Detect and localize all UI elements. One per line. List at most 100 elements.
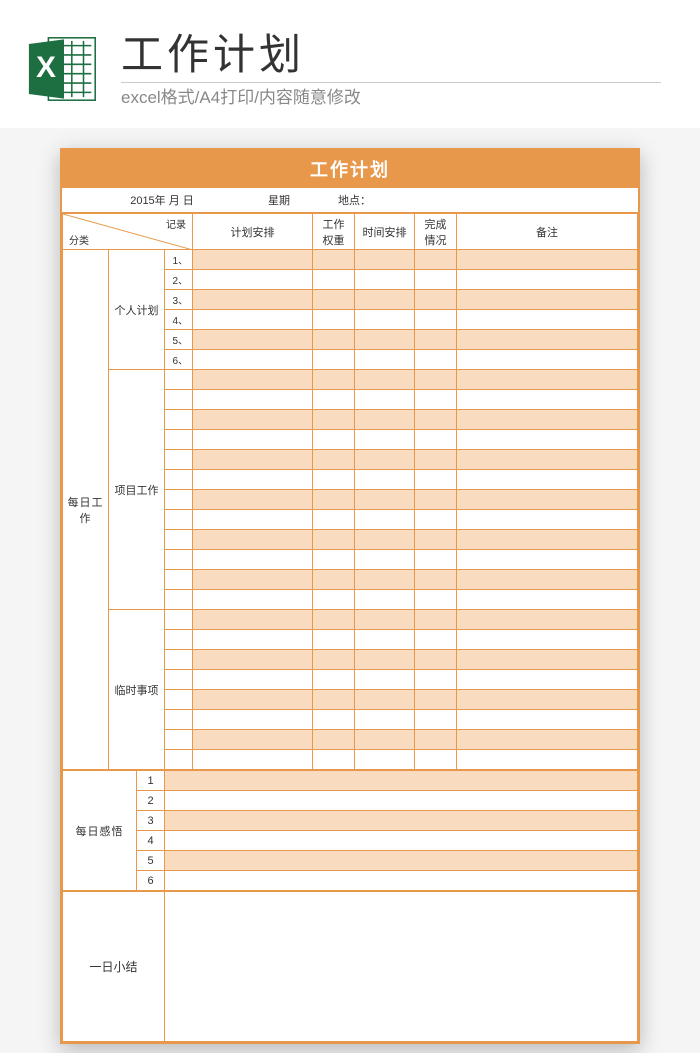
cell-weight[interactable] — [313, 750, 355, 770]
cell-done[interactable] — [415, 630, 457, 650]
cell-done[interactable] — [415, 370, 457, 390]
cell-time[interactable] — [355, 450, 415, 470]
cell-plan[interactable] — [193, 250, 313, 270]
cell-done[interactable] — [415, 510, 457, 530]
cell-remark[interactable] — [457, 650, 638, 670]
cell-remark[interactable] — [457, 330, 638, 350]
cell-time[interactable] — [355, 310, 415, 330]
cell-time[interactable] — [355, 350, 415, 370]
cell-weight[interactable] — [313, 310, 355, 330]
cell-remark[interactable] — [457, 730, 638, 750]
cell-plan[interactable] — [193, 750, 313, 770]
cell-weight[interactable] — [313, 330, 355, 350]
cell-plan[interactable] — [193, 350, 313, 370]
cell-time[interactable] — [355, 550, 415, 570]
cell-time[interactable] — [355, 470, 415, 490]
cell-weight[interactable] — [313, 670, 355, 690]
cell-remark[interactable] — [457, 710, 638, 730]
cell-done[interactable] — [415, 470, 457, 490]
cell-done[interactable] — [415, 430, 457, 450]
cell-weight[interactable] — [313, 490, 355, 510]
cell-done[interactable] — [415, 450, 457, 470]
cell-time[interactable] — [355, 670, 415, 690]
cell-remark[interactable] — [457, 490, 638, 510]
cell-plan[interactable] — [193, 670, 313, 690]
cell-weight[interactable] — [313, 430, 355, 450]
cell-done[interactable] — [415, 730, 457, 750]
cell-remark[interactable] — [457, 510, 638, 530]
cell-remark[interactable] — [457, 310, 638, 330]
cell-weight[interactable] — [313, 610, 355, 630]
thought-cell[interactable] — [165, 831, 638, 851]
cell-time[interactable] — [355, 330, 415, 350]
cell-remark[interactable] — [457, 590, 638, 610]
cell-remark[interactable] — [457, 570, 638, 590]
summary-content[interactable] — [165, 892, 638, 1042]
cell-plan[interactable] — [193, 270, 313, 290]
cell-time[interactable] — [355, 490, 415, 510]
cell-weight[interactable] — [313, 710, 355, 730]
cell-remark[interactable] — [457, 430, 638, 450]
cell-weight[interactable] — [313, 590, 355, 610]
thought-cell[interactable] — [165, 851, 638, 871]
cell-plan[interactable] — [193, 290, 313, 310]
cell-time[interactable] — [355, 690, 415, 710]
cell-plan[interactable] — [193, 610, 313, 630]
cell-remark[interactable] — [457, 610, 638, 630]
cell-remark[interactable] — [457, 630, 638, 650]
cell-weight[interactable] — [313, 510, 355, 530]
cell-time[interactable] — [355, 390, 415, 410]
cell-time[interactable] — [355, 750, 415, 770]
cell-done[interactable] — [415, 750, 457, 770]
cell-remark[interactable] — [457, 750, 638, 770]
cell-plan[interactable] — [193, 370, 313, 390]
cell-done[interactable] — [415, 550, 457, 570]
cell-plan[interactable] — [193, 430, 313, 450]
cell-time[interactable] — [355, 290, 415, 310]
cell-done[interactable] — [415, 650, 457, 670]
cell-plan[interactable] — [193, 550, 313, 570]
thought-cell[interactable] — [165, 771, 638, 791]
cell-done[interactable] — [415, 690, 457, 710]
cell-plan[interactable] — [193, 330, 313, 350]
cell-time[interactable] — [355, 530, 415, 550]
cell-plan[interactable] — [193, 450, 313, 470]
cell-plan[interactable] — [193, 530, 313, 550]
cell-time[interactable] — [355, 430, 415, 450]
cell-time[interactable] — [355, 270, 415, 290]
cell-plan[interactable] — [193, 490, 313, 510]
cell-remark[interactable] — [457, 450, 638, 470]
cell-weight[interactable] — [313, 570, 355, 590]
cell-time[interactable] — [355, 410, 415, 430]
cell-done[interactable] — [415, 610, 457, 630]
cell-plan[interactable] — [193, 730, 313, 750]
cell-weight[interactable] — [313, 730, 355, 750]
cell-done[interactable] — [415, 310, 457, 330]
cell-weight[interactable] — [313, 390, 355, 410]
cell-time[interactable] — [355, 710, 415, 730]
cell-time[interactable] — [355, 370, 415, 390]
thought-cell[interactable] — [165, 791, 638, 811]
cell-remark[interactable] — [457, 550, 638, 570]
cell-done[interactable] — [415, 290, 457, 310]
cell-weight[interactable] — [313, 630, 355, 650]
cell-plan[interactable] — [193, 310, 313, 330]
cell-plan[interactable] — [193, 470, 313, 490]
cell-plan[interactable] — [193, 390, 313, 410]
thought-cell[interactable] — [165, 871, 638, 891]
cell-plan[interactable] — [193, 690, 313, 710]
cell-time[interactable] — [355, 630, 415, 650]
cell-weight[interactable] — [313, 470, 355, 490]
cell-remark[interactable] — [457, 290, 638, 310]
cell-weight[interactable] — [313, 410, 355, 430]
cell-weight[interactable] — [313, 690, 355, 710]
cell-weight[interactable] — [313, 350, 355, 370]
cell-weight[interactable] — [313, 370, 355, 390]
cell-done[interactable] — [415, 670, 457, 690]
cell-done[interactable] — [415, 490, 457, 510]
cell-done[interactable] — [415, 410, 457, 430]
cell-time[interactable] — [355, 590, 415, 610]
cell-weight[interactable] — [313, 290, 355, 310]
cell-done[interactable] — [415, 330, 457, 350]
cell-plan[interactable] — [193, 410, 313, 430]
